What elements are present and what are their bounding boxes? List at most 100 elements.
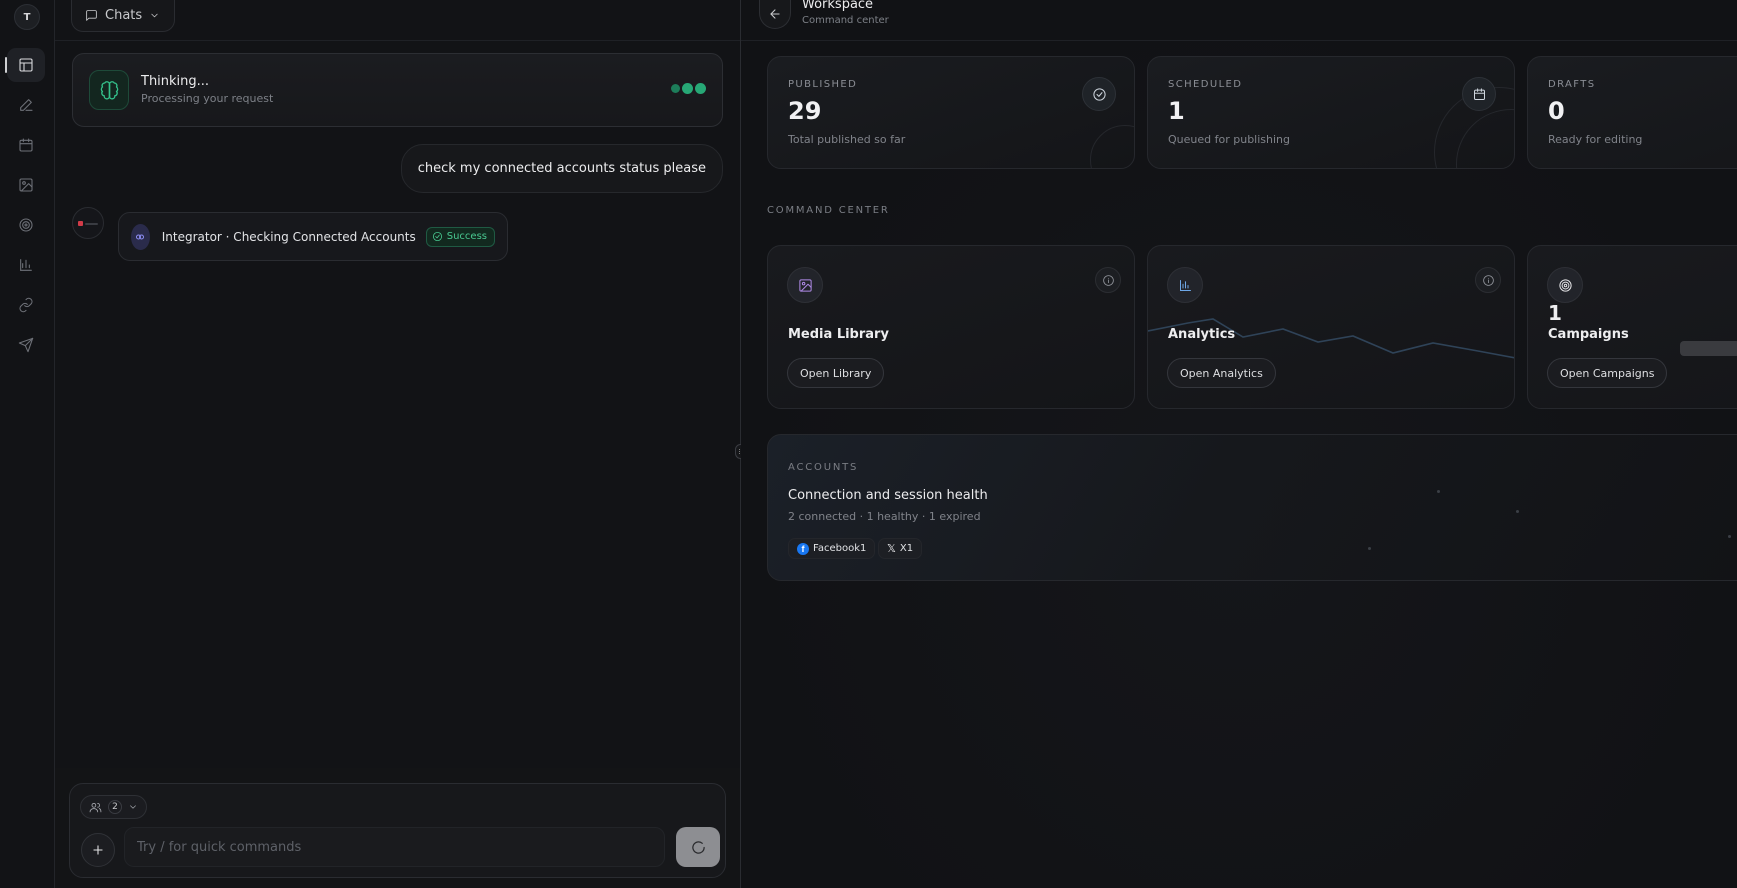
module-icon-wrap	[787, 267, 823, 303]
info-icon	[1102, 274, 1114, 286]
target-icon	[1558, 278, 1572, 292]
nav-calendar[interactable]	[7, 128, 45, 162]
module-title: Media Library	[788, 327, 889, 342]
stat-label: SCHEDULED	[1168, 79, 1243, 90]
section-label-command-center: COMMAND CENTER	[767, 205, 890, 216]
thinking-title: Thinking...	[141, 74, 210, 89]
attach-button[interactable]	[81, 833, 115, 867]
stat-value: 29	[788, 97, 822, 125]
open-campaigns-button[interactable]: Open Campaigns	[1547, 358, 1668, 388]
bar-chart-icon	[1179, 279, 1191, 291]
layout-icon	[19, 58, 33, 72]
module-card-campaigns: 1 Campaigns Open Campaigns	[1527, 245, 1737, 409]
nav-integrations[interactable]	[7, 288, 45, 322]
icon-rail: T	[0, 0, 55, 888]
module-card-media-library: Media Library Open Library	[767, 245, 1135, 409]
nav-compose[interactable]	[7, 88, 45, 122]
module-card-analytics: Analytics Open Analytics	[1147, 245, 1515, 409]
workspace-subtitle: Command center	[802, 15, 889, 26]
agents-count: 2	[108, 800, 122, 814]
edit-icon	[20, 99, 33, 111]
composer: 2	[69, 783, 726, 878]
open-analytics-button[interactable]: Open Analytics	[1167, 358, 1276, 388]
stat-icon-wrap	[1082, 77, 1116, 111]
accounts-section-label: ACCOUNTS	[788, 462, 859, 473]
send-icon	[18, 337, 34, 353]
image-icon	[19, 178, 33, 192]
loading-dots	[671, 83, 706, 94]
brain-icon	[100, 80, 118, 99]
send-button[interactable]	[676, 827, 720, 867]
info-icon	[1482, 274, 1494, 286]
user-initial: T	[23, 11, 31, 23]
account-name: Facebook1	[813, 543, 867, 554]
chat-header: Chats	[55, 0, 740, 41]
workspace-header: Workspace Command center	[741, 0, 1737, 41]
info-button[interactable]	[1095, 267, 1121, 293]
chevron-down-icon	[151, 13, 158, 18]
workspace-pane: Workspace Command center PUBLISHED 29 To…	[741, 0, 1737, 888]
chevron-down-icon	[130, 805, 136, 809]
accounts-card: ACCOUNTS Connection and session health 2…	[767, 434, 1737, 581]
agents-selector[interactable]: 2	[80, 795, 147, 819]
brain-icon-wrap	[89, 70, 129, 110]
accounts-summary: 2 connected · 1 healthy · 1 expired	[788, 510, 981, 523]
module-title: Analytics	[1168, 327, 1236, 342]
nav-analytics[interactable]	[7, 248, 45, 282]
stat-card-scheduled: SCHEDULED 1 Queued for publishing	[1147, 56, 1515, 169]
tool-call-card[interactable]: Integrator · Checking Connected Accounts…	[118, 212, 508, 261]
stat-value: 0	[1548, 97, 1565, 125]
nav-publish[interactable]	[7, 328, 45, 362]
plus-icon	[93, 845, 103, 855]
nav-campaigns[interactable]	[7, 208, 45, 242]
tool-call-label: Integrator · Checking Connected Accounts	[161, 229, 416, 244]
facebook-icon: f	[797, 542, 809, 555]
image-icon	[798, 278, 812, 292]
stat-value: 1	[1168, 97, 1185, 125]
account-name: X1	[899, 543, 914, 554]
arrow-left-icon	[770, 9, 780, 19]
nav-layout[interactable]	[5, 48, 45, 82]
nav-media[interactable]	[7, 168, 45, 202]
open-library-button[interactable]: Open Library	[787, 358, 885, 388]
chats-dropdown-button[interactable]: Chats	[71, 0, 176, 32]
stat-card-published: PUBLISHED 29 Total published so far	[767, 56, 1135, 169]
thinking-card: Thinking... Processing your request	[72, 53, 723, 127]
loading-spinner-icon	[691, 840, 705, 854]
decorative-dot	[1437, 490, 1440, 493]
back-button[interactable]	[759, 0, 791, 29]
stat-icon-wrap	[1462, 77, 1496, 111]
user-avatar[interactable]: T	[14, 4, 40, 30]
module-title: Campaigns	[1548, 327, 1629, 342]
stat-card-drafts: DRAFTS 0 Ready for editing	[1527, 56, 1737, 169]
overflow-indicator	[1680, 341, 1737, 356]
target-icon	[19, 218, 33, 232]
thinking-subtitle: Processing your request	[141, 92, 274, 105]
module-icon-wrap	[1167, 267, 1203, 303]
chats-label: Chats	[105, 8, 143, 23]
stat-label: DRAFTS	[1548, 79, 1596, 90]
chat-bubble-icon	[86, 10, 97, 21]
workspace-title: Workspace	[802, 0, 874, 12]
command-input[interactable]	[124, 827, 665, 867]
x-logo-icon: 𝕏	[887, 542, 896, 555]
module-icon-wrap	[1547, 267, 1583, 303]
user-message-bubble: check my connected accounts status pleas…	[400, 144, 723, 193]
link-icon	[19, 297, 33, 313]
chat-pane: Chats Thinking... Processing your reques…	[55, 0, 740, 888]
agent-avatar	[72, 207, 104, 239]
account-chip-facebook[interactable]: f Facebook1	[788, 538, 876, 559]
integrator-icon	[131, 223, 150, 250]
stat-caption: Total published so far	[788, 133, 906, 146]
stat-label: PUBLISHED	[788, 79, 858, 90]
calendar-icon	[1473, 87, 1485, 100]
check-circle-icon	[432, 231, 442, 242]
decorative-dot	[1516, 510, 1519, 513]
status-badge: Success	[425, 226, 495, 247]
calendar-icon	[19, 138, 33, 152]
account-chip-x[interactable]: 𝕏 X1	[878, 538, 923, 559]
info-button[interactable]	[1475, 267, 1501, 293]
decorative-dot	[1368, 547, 1371, 550]
decorative-ring	[1090, 125, 1134, 168]
check-circle-icon	[1092, 87, 1106, 101]
